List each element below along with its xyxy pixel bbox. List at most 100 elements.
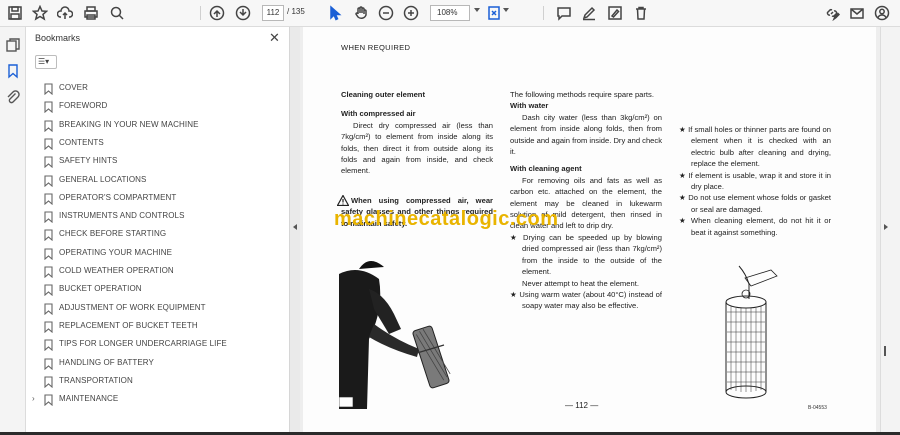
bookmark-item[interactable]: OPERATOR'S COMPARTMENT [26, 190, 290, 206]
upload-cloud-icon[interactable] [56, 4, 74, 22]
bookmark-item[interactable]: ADJUSTMENT OF WORK EQUIPMENT [26, 300, 290, 316]
bookmark-label: COLD WEATHER OPERATION [59, 266, 174, 275]
bookmark-star-icon[interactable] [31, 4, 49, 22]
chevron-right-icon[interactable]: › [32, 394, 35, 403]
paragraph: Never attempt to heat the element. [522, 278, 639, 288]
bookmark-label: TIPS FOR LONGER UNDERCARRIAGE LIFE [59, 339, 227, 349]
highlight-icon[interactable] [606, 4, 624, 22]
bookmark-label: HANDLING OF BATTERY [59, 357, 154, 367]
bookmark-icon [44, 210, 53, 224]
link-edit-icon[interactable] [823, 4, 841, 22]
text-column-3: ★ If small holes or thinner parts are fo… [679, 124, 831, 238]
bookmark-label: BUCKET OPERATION [59, 284, 142, 294]
search-icon[interactable] [108, 4, 126, 22]
mail-icon[interactable] [848, 4, 866, 22]
bookmark-item[interactable]: HANDLING OF BATTERY [26, 355, 290, 371]
bookmark-item[interactable]: GENERAL LOCATIONS [26, 172, 290, 188]
bookmark-icon [44, 357, 53, 370]
close-icon[interactable]: ✕ [269, 30, 280, 46]
tip-item: ★ If small holes or thinner parts are fo… [679, 125, 831, 169]
bookmark-item[interactable]: TRANSPORTATION [26, 373, 290, 389]
subheading: With compressed air [341, 109, 416, 119]
bookmark-item[interactable]: › MAINTENANCE [26, 391, 290, 407]
tip-item: ★ Using warm water (about 40°C) instead … [510, 289, 662, 311]
bookmark-item[interactable]: COLD WEATHER OPERATION [26, 263, 290, 279]
chevron-down-icon[interactable] [474, 8, 480, 12]
document-page: WHEN REQUIRED Cleaning outer element Wit… [303, 27, 876, 435]
fit-page-icon[interactable] [485, 4, 503, 22]
tip-item: ★ When cleaning element, do not hit it o… [679, 216, 831, 237]
figure-code: B-04553 [808, 405, 827, 411]
zoom-level-select[interactable]: 108% [430, 5, 470, 21]
bookmark-label: GENERAL LOCATIONS [59, 174, 147, 184]
bookmark-icon [44, 265, 53, 279]
bookmark-icon [44, 228, 53, 242]
zoom-out-icon[interactable] [377, 4, 395, 22]
vertical-scrollbar[interactable] [880, 27, 900, 435]
page-number: — 112 — [565, 401, 599, 410]
bookmark-item[interactable]: BREAKING IN YOUR NEW MACHINE [26, 117, 290, 133]
bookmark-label: ADJUSTMENT OF WORK EQUIPMENT [59, 302, 206, 312]
chevron-down-icon[interactable] [503, 8, 509, 12]
paragraph: The following methods require spare part… [510, 90, 654, 99]
toolbar-separator [200, 6, 201, 20]
text-column-1: Cleaning outer element With compressed a… [341, 89, 493, 177]
hand-tool-icon[interactable] [352, 4, 370, 22]
bookmark-label: MAINTENANCE [59, 394, 119, 404]
paragraph: Direct dry compressed air (less than 7kg… [341, 120, 493, 176]
select-cursor-icon[interactable] [326, 4, 344, 22]
bookmark-icon [44, 137, 53, 151]
bookmark-icon [44, 247, 53, 260]
save-icon[interactable] [6, 4, 24, 22]
document-viewport[interactable]: WHEN REQUIRED Cleaning outer element Wit… [300, 27, 880, 435]
expand-right-panel-icon[interactable] [884, 224, 888, 230]
comment-icon[interactable] [555, 4, 573, 22]
bookmark-icon [44, 82, 53, 96]
bookmark-options-button[interactable]: ☰▾ [35, 55, 57, 69]
thumbnails-icon[interactable] [5, 37, 21, 53]
bookmark-item[interactable]: FOREWORD [26, 98, 290, 114]
bookmark-item[interactable]: TIPS FOR LONGER UNDERCARRIAGE LIFE [26, 336, 290, 352]
panel-title: Bookmarks [35, 33, 81, 43]
page-number-input[interactable]: 112 [262, 5, 284, 21]
section-header: WHEN REQUIRED [341, 43, 411, 52]
bookmark-icon [44, 302, 53, 315]
bookmark-icon [44, 174, 53, 187]
toolbar-separator [543, 6, 544, 20]
bookmark-item[interactable]: INSTRUMENTS AND CONTROLS [26, 208, 290, 224]
page-up-icon[interactable] [208, 4, 226, 22]
print-icon[interactable] [82, 4, 100, 22]
bookmark-icon [44, 338, 53, 352]
scrollbar-thumb[interactable] [884, 346, 886, 356]
zoom-in-icon[interactable] [402, 4, 420, 22]
page-down-icon[interactable] [234, 4, 252, 22]
collapse-panel-icon[interactable] [293, 224, 297, 230]
cleaning-photo [339, 249, 473, 409]
tip-item: ★ If element is usable, wrap it and stor… [679, 170, 831, 192]
bookmark-icon [44, 155, 53, 169]
pen-draw-icon[interactable] [580, 4, 598, 22]
page-total: / 135 [287, 7, 305, 16]
bookmark-icon [44, 283, 53, 297]
bookmark-label: REPLACEMENT OF BUCKET TEETH [59, 320, 198, 330]
main-toolbar: 112 / 135 108% [0, 0, 900, 27]
delete-trash-icon[interactable] [632, 4, 650, 22]
bookmark-item[interactable]: BUCKET OPERATION [26, 281, 290, 297]
bookmark-item[interactable]: OPERATING YOUR MACHINE [26, 245, 290, 261]
panel-resize-handle[interactable] [290, 27, 300, 435]
bookmark-label: BREAKING IN YOUR NEW MACHINE [59, 119, 199, 129]
bookmark-label: OPERATING YOUR MACHINE [59, 247, 173, 257]
subheading: With water [510, 101, 549, 111]
attachment-icon[interactable] [5, 89, 21, 105]
bookmarks-icon[interactable] [5, 63, 21, 79]
bookmark-item[interactable]: CHECK BEFORE STARTING [26, 226, 290, 242]
account-icon[interactable] [873, 4, 891, 22]
bookmark-item[interactable]: SAFETY HINTS [26, 153, 290, 169]
bookmark-item[interactable]: REPLACEMENT OF BUCKET TEETH [26, 318, 290, 334]
bookmark-label: SAFETY HINTS [59, 156, 118, 166]
bookmark-item[interactable]: CONTENTS [26, 135, 290, 151]
watermark-text: machinecatalogic.com [334, 208, 559, 230]
bookmark-label: CHECK BEFORE STARTING [59, 229, 167, 239]
bookmark-item[interactable]: COVER [26, 80, 290, 96]
bookmark-icon [44, 100, 53, 114]
